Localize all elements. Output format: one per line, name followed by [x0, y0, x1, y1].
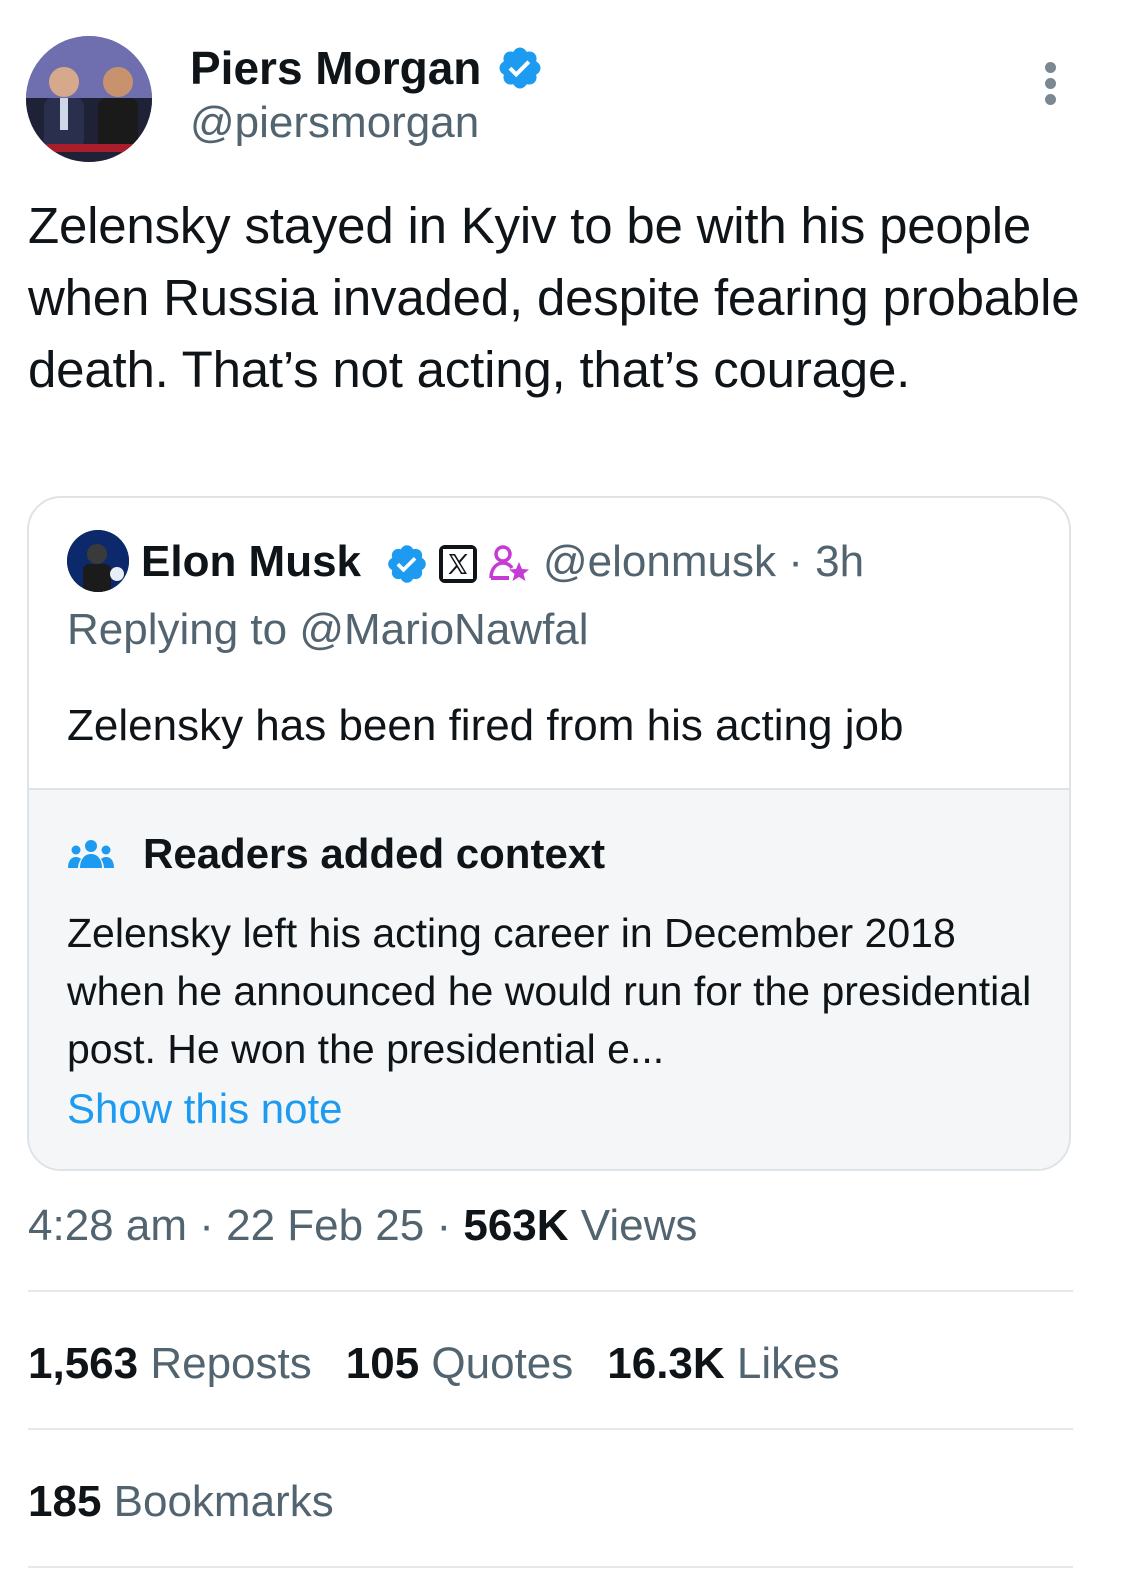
- quoted-tweet-age: 3h: [815, 537, 865, 586]
- divider: [28, 1290, 1073, 1292]
- replying-to: Replying to @MarioNawfal: [67, 605, 589, 654]
- verified-icon: [385, 542, 429, 586]
- tweet-time[interactable]: 4:28 am: [28, 1201, 187, 1250]
- quoted-tweet-card[interactable]: Elon Musk @elonmusk · 3h Replying to @Ma…: [27, 496, 1071, 1171]
- tweet-text: Zelensky stayed in Kyiv to be with his p…: [28, 197, 1080, 398]
- views-count: 563K: [463, 1201, 569, 1250]
- views-label: Views: [568, 1201, 698, 1250]
- x-logo-icon: [439, 545, 477, 583]
- replying-to-handle[interactable]: @MarioNawfal: [299, 605, 588, 654]
- community-note: Readers added context Zelensky left his …: [29, 788, 1069, 1169]
- reposts-stat[interactable]: 1,563 Reposts: [28, 1336, 312, 1392]
- government-affiliation-icon: [489, 544, 531, 584]
- profile-photo-icon: [67, 530, 129, 592]
- more-options-icon[interactable]: [1030, 62, 1070, 110]
- quoted-tweet-text: Zelensky has been fired from his acting …: [67, 701, 904, 750]
- bookmarks-stat[interactable]: 185 Bookmarks: [28, 1474, 334, 1530]
- author-display-name[interactable]: Piers Morgan: [190, 40, 481, 96]
- show-note-link[interactable]: Show this note: [67, 1080, 343, 1138]
- verified-icon: [496, 44, 544, 92]
- likes-stat[interactable]: 16.3K Likes: [607, 1336, 839, 1392]
- author-avatar[interactable]: [26, 36, 152, 162]
- quoted-author-handle[interactable]: @elonmusk · 3h: [543, 534, 864, 590]
- tweet-date[interactable]: 22 Feb 25: [226, 1201, 424, 1250]
- author-handle[interactable]: @piersmorgan: [190, 96, 479, 150]
- quotes-stat[interactable]: 105 Quotes: [346, 1336, 574, 1392]
- tweet-meta: 4:28 am · 22 Feb 25 · 563K Views: [28, 1201, 698, 1250]
- profile-photo-icon: [26, 36, 152, 162]
- community-note-body: Zelensky left his acting career in Decem…: [67, 910, 1032, 1072]
- community-note-title: Readers added context: [143, 830, 606, 877]
- people-group-icon: [67, 838, 115, 874]
- divider: [28, 1428, 1073, 1430]
- quoted-author-name[interactable]: Elon Musk: [141, 534, 361, 590]
- engagement-stats: 1,563 Reposts 105 Quotes 16.3K Likes: [28, 1336, 874, 1392]
- quoted-author-avatar[interactable]: [67, 530, 129, 592]
- divider: [28, 1566, 1073, 1568]
